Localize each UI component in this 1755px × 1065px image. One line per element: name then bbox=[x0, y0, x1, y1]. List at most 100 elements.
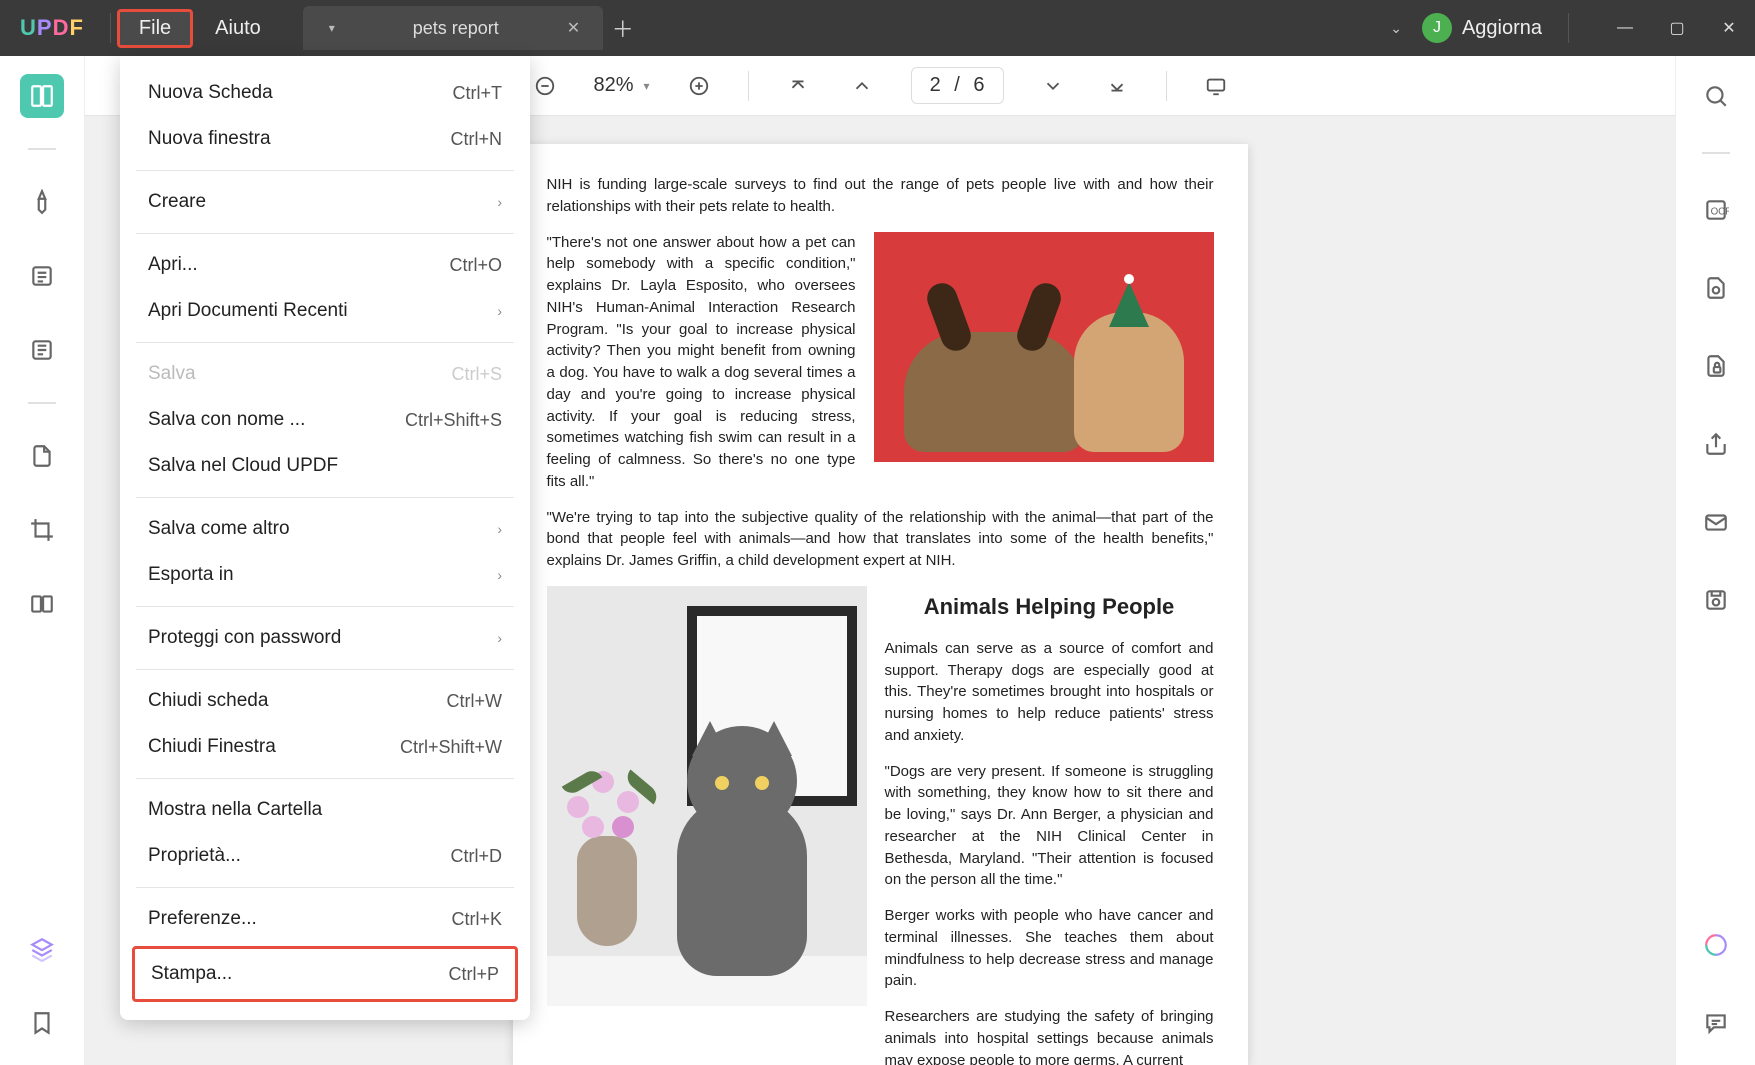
menu-item-protect[interactable]: Proteggi con password› bbox=[120, 615, 530, 661]
cat-image bbox=[547, 586, 867, 1006]
menu-item-new-window[interactable]: Nuova finestraCtrl+N bbox=[120, 116, 530, 162]
sidebar-left bbox=[0, 56, 85, 1065]
search-icon[interactable] bbox=[1694, 74, 1738, 118]
separator bbox=[1166, 71, 1167, 101]
zoom-in-button[interactable] bbox=[684, 71, 714, 101]
menu-item-preferences[interactable]: Preferenze...Ctrl+K bbox=[120, 896, 530, 942]
svg-text:OCR: OCR bbox=[1710, 206, 1728, 217]
close-icon[interactable]: ✕ bbox=[567, 18, 587, 38]
lock-icon[interactable] bbox=[1694, 344, 1738, 388]
menu-item-save-as[interactable]: Salva con nome ...Ctrl+Shift+S bbox=[120, 397, 530, 443]
minimize-button[interactable]: ― bbox=[1611, 14, 1639, 42]
divider bbox=[136, 342, 514, 343]
menu-item-create[interactable]: Creare› bbox=[120, 179, 530, 225]
ocr-icon[interactable]: OCR bbox=[1694, 188, 1738, 232]
menu-item-save: SalvaCtrl+S bbox=[120, 351, 530, 397]
highlight-icon[interactable] bbox=[20, 180, 64, 224]
divider bbox=[28, 402, 56, 404]
tab-title: pets report bbox=[413, 18, 499, 39]
chevron-right-icon: › bbox=[497, 567, 502, 583]
chevron-down-icon: ▾ bbox=[644, 79, 650, 93]
menu-item-close-window[interactable]: Chiudi FinestraCtrl+Shift+W bbox=[120, 724, 530, 770]
paragraph: Animals can serve as a source of comfort… bbox=[885, 638, 1214, 747]
paragraph: Berger works with people who have cancer… bbox=[885, 905, 1214, 992]
separator bbox=[1568, 13, 1569, 43]
thumbnails-icon[interactable] bbox=[20, 74, 64, 118]
zoom-out-button[interactable] bbox=[530, 71, 560, 101]
menu-item-export[interactable]: Esporta in› bbox=[120, 552, 530, 598]
layers-icon[interactable] bbox=[20, 927, 64, 971]
text-icon[interactable] bbox=[20, 328, 64, 372]
form-icon[interactable] bbox=[1694, 266, 1738, 310]
menu-item-open-recent[interactable]: Apri Documenti Recenti› bbox=[120, 288, 530, 334]
divider bbox=[136, 497, 514, 498]
save-icon[interactable] bbox=[1694, 578, 1738, 622]
dogs-image bbox=[874, 232, 1214, 462]
titlebar: UPDF File Aiuto ▾ pets report ✕ ＋ ⌄ J Ag… bbox=[0, 0, 1755, 56]
divider bbox=[136, 669, 514, 670]
menu-file[interactable]: File bbox=[117, 9, 193, 48]
menu-item-show-folder[interactable]: Mostra nella Cartella bbox=[120, 787, 530, 833]
menu-aiuto[interactable]: Aiuto bbox=[193, 9, 283, 48]
menu-item-close-tab[interactable]: Chiudi schedaCtrl+W bbox=[120, 678, 530, 724]
first-page-button[interactable] bbox=[783, 71, 813, 101]
tabbar: ▾ pets report ✕ ＋ bbox=[303, 6, 643, 50]
chevron-right-icon: › bbox=[497, 630, 502, 646]
paragraph: Researchers are studying the safety of b… bbox=[885, 1006, 1214, 1065]
divider bbox=[136, 233, 514, 234]
page-indicator[interactable]: 2 / 6 bbox=[911, 67, 1004, 104]
ai-icon[interactable] bbox=[1694, 923, 1738, 967]
zoom-value: 82% bbox=[594, 74, 634, 97]
comment-icon[interactable] bbox=[1694, 1001, 1738, 1045]
next-page-button[interactable] bbox=[1038, 71, 1068, 101]
crop-icon[interactable] bbox=[20, 508, 64, 552]
compare-icon[interactable] bbox=[20, 582, 64, 626]
pages-icon[interactable] bbox=[20, 434, 64, 478]
menu-item-new-tab[interactable]: Nuova SchedaCtrl+T bbox=[120, 70, 530, 116]
divider bbox=[136, 170, 514, 171]
titlebar-right: ⌄ J Aggiorna ― ▢ ✕ bbox=[1390, 13, 1755, 43]
chevron-right-icon: › bbox=[497, 521, 502, 537]
chevron-right-icon: › bbox=[497, 194, 502, 210]
paragraph: "We're trying to tap into the subjective… bbox=[547, 507, 1214, 572]
divider bbox=[136, 778, 514, 779]
add-tab-button[interactable]: ＋ bbox=[603, 12, 643, 44]
prev-page-button[interactable] bbox=[847, 71, 877, 101]
divider bbox=[1702, 152, 1730, 154]
document-page: NIH is funding large-scale surveys to fi… bbox=[513, 144, 1248, 1065]
bookmark-icon[interactable] bbox=[20, 1001, 64, 1045]
divider bbox=[136, 606, 514, 607]
maximize-button[interactable]: ▢ bbox=[1663, 14, 1691, 42]
divider bbox=[28, 148, 56, 150]
menu-item-save-cloud[interactable]: Salva nel Cloud UPDF bbox=[120, 443, 530, 489]
last-page-button[interactable] bbox=[1102, 71, 1132, 101]
divider bbox=[136, 887, 514, 888]
share-icon[interactable] bbox=[1694, 422, 1738, 466]
avatar: J bbox=[1422, 13, 1452, 43]
menu-item-save-other[interactable]: Salva come altro› bbox=[120, 506, 530, 552]
mail-icon[interactable] bbox=[1694, 500, 1738, 544]
chevron-down-icon[interactable]: ⌄ bbox=[1390, 20, 1402, 37]
chevron-right-icon: › bbox=[497, 303, 502, 319]
presentation-icon[interactable] bbox=[1201, 71, 1231, 101]
tab-caret-icon[interactable]: ▾ bbox=[319, 21, 345, 35]
menu-item-print[interactable]: Stampa...Ctrl+P bbox=[132, 946, 518, 1002]
menu-item-open[interactable]: Apri...Ctrl+O bbox=[120, 242, 530, 288]
separator bbox=[110, 13, 111, 43]
close-button[interactable]: ✕ bbox=[1715, 14, 1743, 42]
paragraph: "Dogs are very present. If someone is st… bbox=[885, 761, 1214, 892]
document-tab[interactable]: ▾ pets report ✕ bbox=[303, 6, 603, 50]
separator bbox=[748, 71, 749, 101]
user-upgrade[interactable]: J Aggiorna bbox=[1422, 13, 1542, 43]
app-logo: UPDF bbox=[0, 15, 104, 41]
sidebar-right: OCR bbox=[1675, 56, 1755, 1065]
section-heading: Animals Helping People bbox=[885, 594, 1214, 620]
paragraph: NIH is funding large-scale surveys to fi… bbox=[547, 174, 1214, 218]
annotate-icon[interactable] bbox=[20, 254, 64, 298]
file-dropdown: Nuova SchedaCtrl+T Nuova finestraCtrl+N … bbox=[120, 56, 530, 1020]
main-menu: File Aiuto bbox=[117, 9, 283, 48]
zoom-level[interactable]: 82% ▾ bbox=[594, 74, 650, 97]
menu-item-properties[interactable]: Proprietà...Ctrl+D bbox=[120, 833, 530, 879]
paragraph: "There's not one answer about how a pet … bbox=[547, 232, 856, 493]
upgrade-label: Aggiorna bbox=[1462, 17, 1542, 40]
